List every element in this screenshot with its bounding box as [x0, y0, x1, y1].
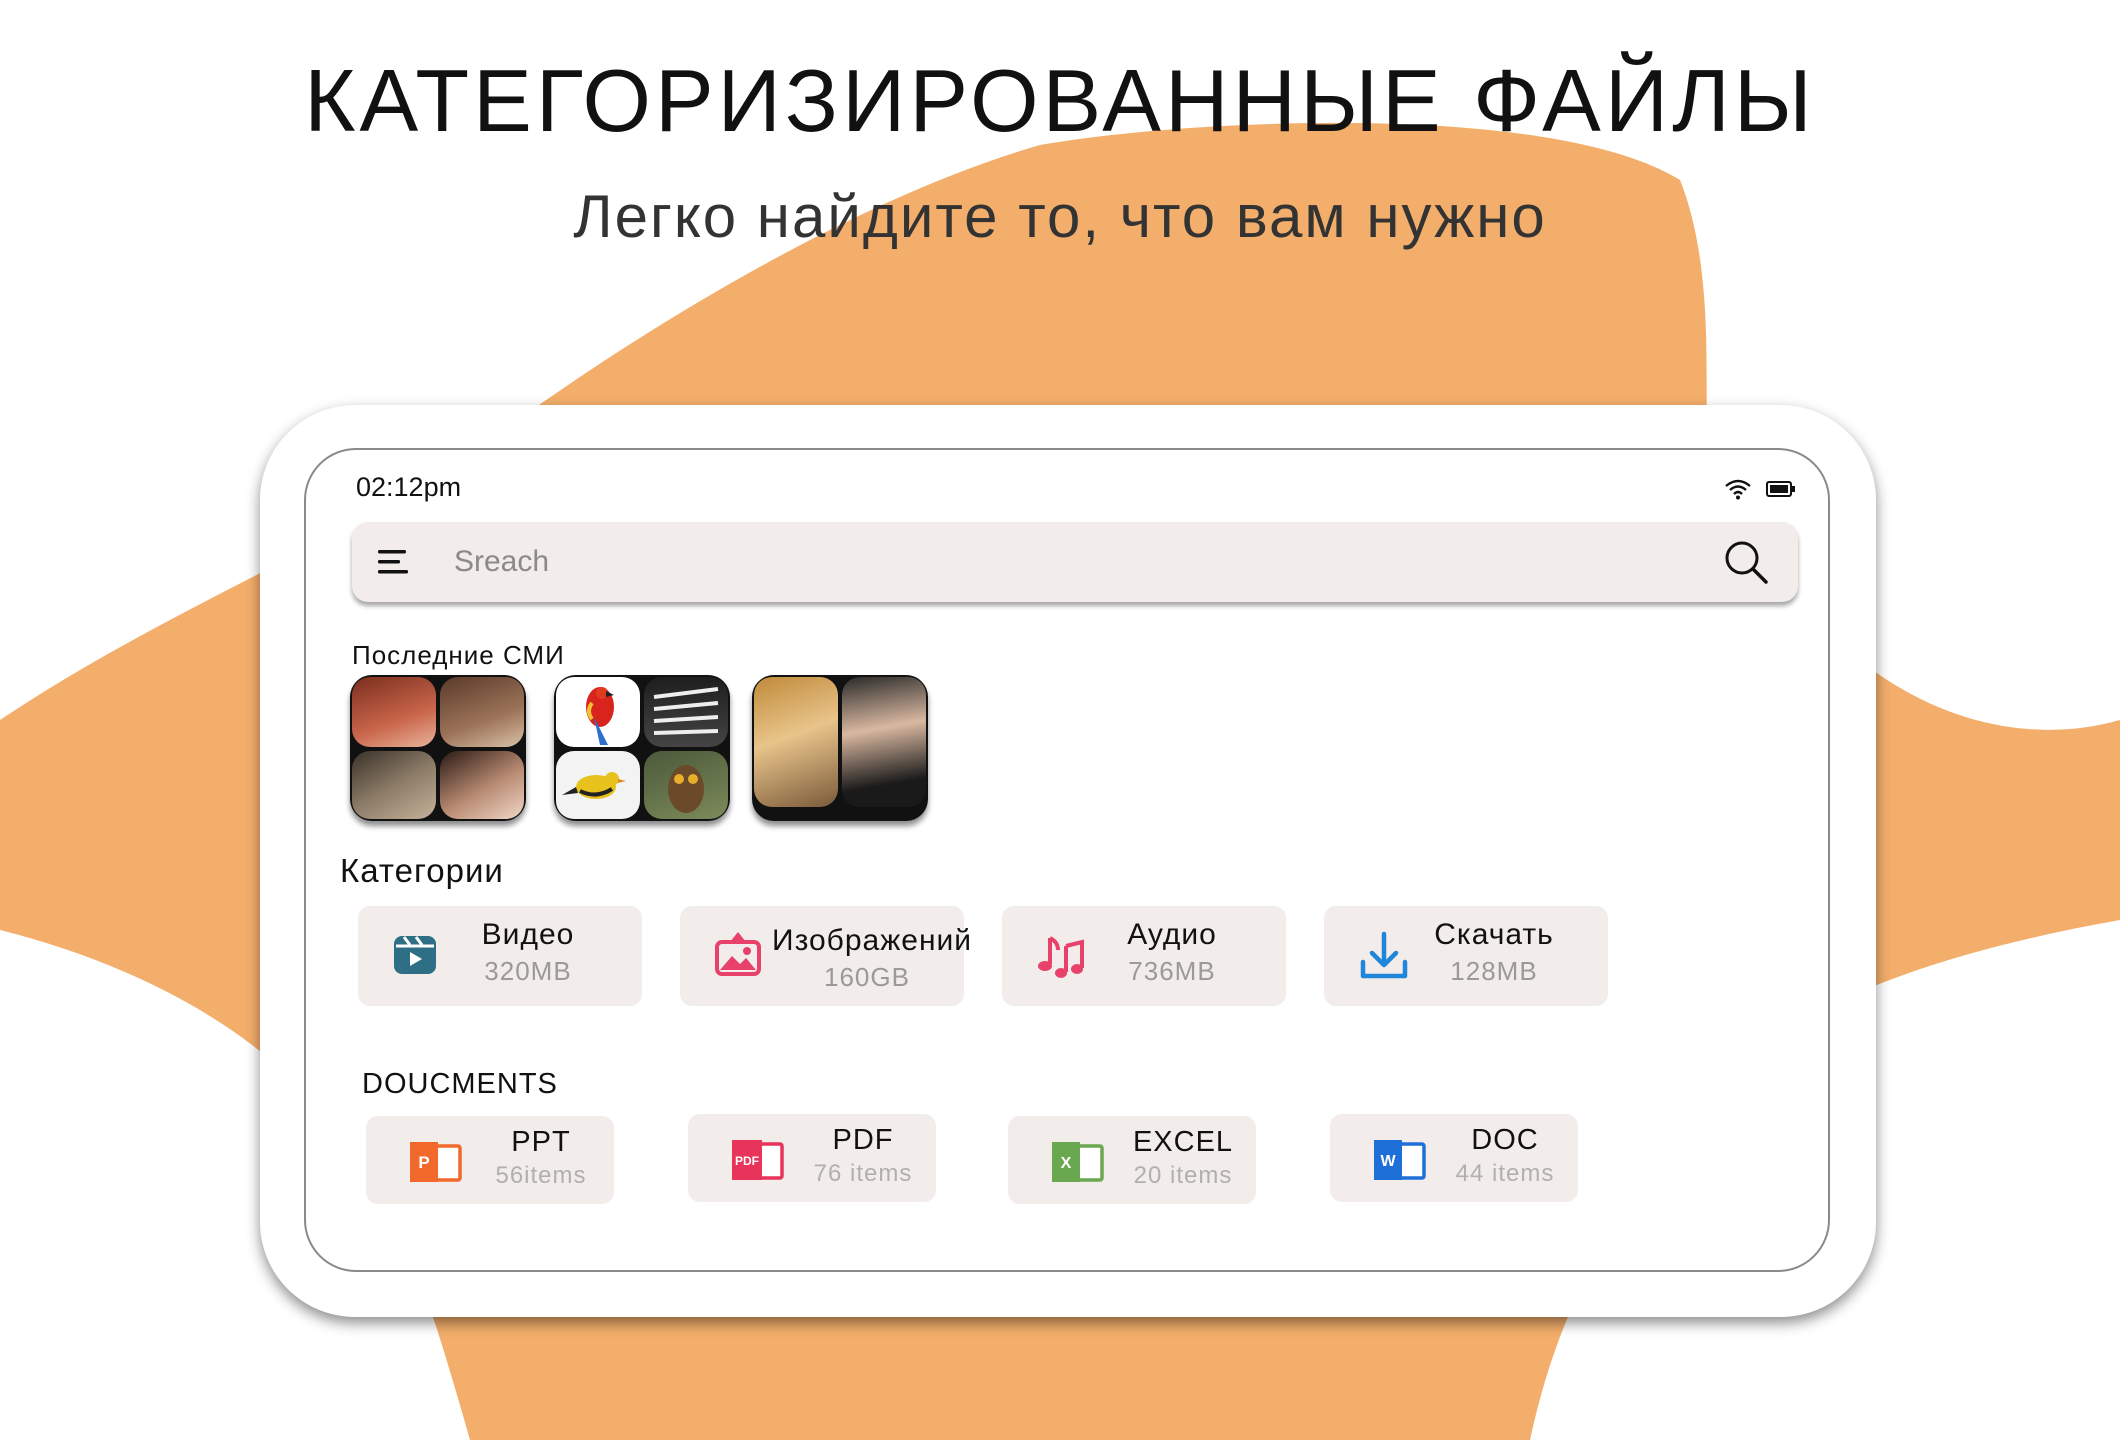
album-photo — [754, 677, 838, 807]
document-name: PPT — [511, 1126, 571, 1158]
download-icon — [1360, 931, 1408, 979]
document-count: 20 items — [1133, 1162, 1233, 1189]
category-download[interactable]: Скачать 128MB — [1324, 906, 1608, 1006]
svg-text:P: P — [418, 1153, 429, 1172]
search-icon[interactable] — [1722, 538, 1770, 586]
recent-album-people-2[interactable] — [752, 675, 928, 821]
document-name: PDF — [832, 1124, 894, 1156]
promo-subtitle: Легко найдите то, что вам нужно — [573, 183, 1547, 250]
category-size: 160GB — [824, 962, 910, 992]
category-images[interactable]: Изображений 160GB — [680, 906, 973, 1006]
document-pdf[interactable]: PDF PDF 76 items — [688, 1114, 936, 1202]
music-icon — [1038, 936, 1084, 978]
doc-icon: W — [1374, 1140, 1426, 1180]
category-name: Аудио — [1127, 918, 1217, 951]
zebra-icon — [653, 687, 719, 735]
ppt-icon: P — [410, 1142, 462, 1182]
document-count: 76 items — [813, 1160, 913, 1187]
wifi-icon — [1725, 479, 1751, 500]
album-photo — [644, 751, 728, 819]
categories-label: Категории — [340, 852, 504, 889]
image-icon — [715, 932, 761, 976]
album-photo — [556, 677, 640, 747]
document-excel[interactable]: X EXCEL 20 items — [1008, 1116, 1256, 1204]
document-ppt[interactable]: P PPT 56items — [366, 1116, 614, 1204]
recent-media-label: Последние СМИ — [352, 640, 565, 670]
battery-icon — [1766, 481, 1795, 497]
document-doc[interactable]: W DOC 44 items — [1330, 1114, 1578, 1202]
recent-album-people-1[interactable] — [350, 675, 526, 821]
tablet-frame: 02:12pm Sreach Последние СМИ Категории В… — [260, 405, 1876, 1317]
document-name: EXCEL — [1132, 1126, 1234, 1158]
album-photo — [440, 677, 524, 747]
documents-label: DOUCMENTS — [362, 1068, 558, 1100]
category-size: 128MB — [1450, 956, 1538, 986]
search-bar[interactable] — [352, 522, 1798, 602]
album-photo — [556, 751, 640, 819]
category-name: Видео — [481, 918, 575, 951]
category-size: 320MB — [484, 956, 572, 986]
menu-icon[interactable] — [376, 548, 410, 576]
category-size: 736MB — [1128, 956, 1216, 986]
album-photo — [352, 677, 436, 747]
search-input[interactable] — [452, 538, 1656, 586]
category-name: Изображений — [772, 924, 973, 957]
status-icons — [1724, 478, 1796, 500]
document-count: 56items — [495, 1162, 587, 1189]
category-audio[interactable]: Аудио 736MB — [1002, 906, 1286, 1006]
album-photo — [644, 677, 728, 747]
parrot-icon — [586, 687, 614, 745]
video-icon — [394, 936, 436, 974]
pdf-icon: PDF — [732, 1140, 784, 1180]
album-photo — [842, 677, 926, 807]
album-photo — [352, 751, 436, 819]
svg-text:PDF: PDF — [735, 1154, 759, 1168]
document-name: DOC — [1471, 1124, 1539, 1156]
svg-text:X: X — [1061, 1155, 1072, 1172]
svg-text:W: W — [1380, 1153, 1396, 1170]
recent-album-birds[interactable] — [554, 675, 730, 821]
owl-icon — [668, 765, 704, 813]
excel-icon: X — [1052, 1142, 1104, 1182]
status-time: 02:12pm — [356, 472, 462, 502]
finch-icon — [562, 772, 626, 799]
promo-title: КАТЕГОРИЗИРОВАННЫЕ ФАЙЛЫ — [304, 51, 1816, 150]
category-name: Скачать — [1434, 918, 1554, 951]
album-photo — [440, 751, 524, 819]
tablet-screen: 02:12pm Sreach Последние СМИ Категории В… — [304, 448, 1830, 1272]
category-video[interactable]: Видео 320MB — [358, 906, 642, 1006]
document-count: 44 items — [1455, 1160, 1555, 1187]
